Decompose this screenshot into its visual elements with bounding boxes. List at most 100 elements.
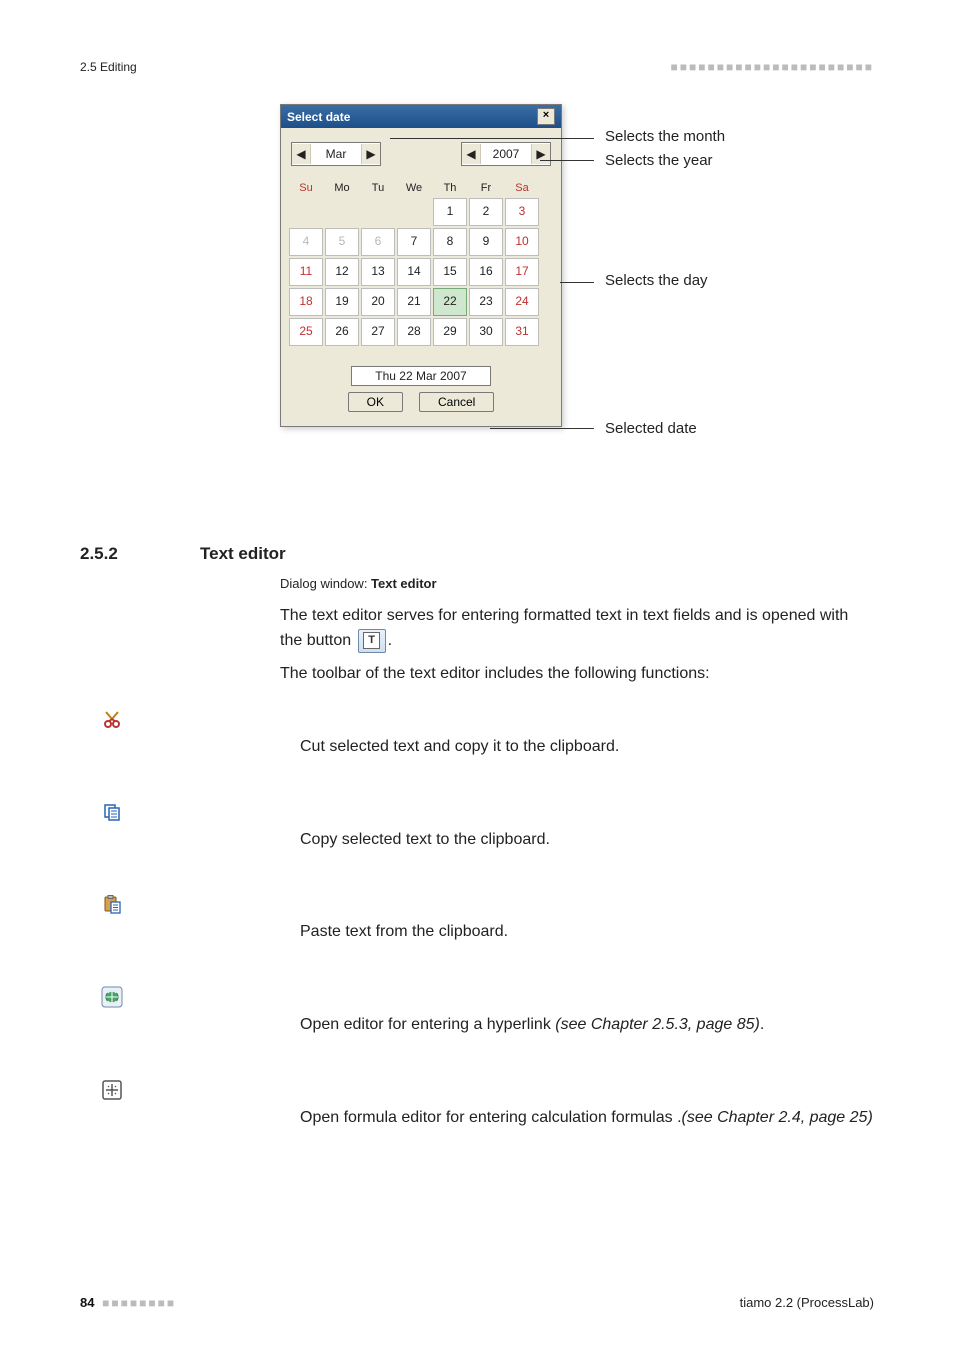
leader-selected xyxy=(490,428,594,429)
calendar-day[interactable]: 9 xyxy=(469,228,503,256)
calendar-day[interactable]: 25 xyxy=(289,318,323,346)
calendar-day[interactable]: 15 xyxy=(433,258,467,286)
page-footer: 84 ■■■■■■■■ tiamo 2.2 (ProcessLab) xyxy=(80,1295,874,1310)
calendar-day[interactable]: 14 xyxy=(397,258,431,286)
calendar-day[interactable]: 22 xyxy=(433,288,467,316)
calendar-day[interactable]: 1 xyxy=(433,198,467,226)
intro-paragraph: The text editor serves for entering form… xyxy=(280,604,874,654)
copy-icon xyxy=(100,800,124,824)
leader-year xyxy=(540,160,594,161)
callout-selected: Selected date xyxy=(605,420,697,437)
section-number: 2.5.2 xyxy=(80,544,170,564)
tool-item: Paste text from the clipboard. xyxy=(280,892,874,945)
tool-description: Open editor for entering a hyperlink (se… xyxy=(300,985,764,1038)
intro-text-b: . xyxy=(388,632,392,649)
calendar-day[interactable]: 13 xyxy=(361,258,395,286)
calendar-day[interactable]: 19 xyxy=(325,288,359,316)
year-spinner[interactable]: ◀ 2007 ▶ xyxy=(461,142,551,166)
month-value: Mar xyxy=(311,147,361,161)
section-title: Text editor xyxy=(200,544,286,564)
text-editor-button-icon[interactable]: T xyxy=(358,629,386,653)
calendar-day[interactable]: 5 xyxy=(325,228,359,256)
calendar-day xyxy=(325,198,359,224)
close-icon[interactable]: × xyxy=(537,108,555,125)
calendar-day[interactable]: 3 xyxy=(505,198,539,226)
calendar-day[interactable]: 27 xyxy=(361,318,395,346)
calendar-day[interactable]: 28 xyxy=(397,318,431,346)
breadcrumb: 2.5 Editing xyxy=(80,60,137,74)
selected-date-box: Thu 22 Mar 2007 xyxy=(351,366,491,386)
calendar-day[interactable]: 17 xyxy=(505,258,539,286)
month-next-icon[interactable]: ▶ xyxy=(361,144,380,164)
calendar-day[interactable]: 20 xyxy=(361,288,395,316)
weekday-label: Su xyxy=(289,180,323,196)
weekday-label: Fr xyxy=(469,180,503,196)
leader-month xyxy=(390,138,594,139)
year-next-icon[interactable]: ▶ xyxy=(531,144,550,164)
year-prev-icon[interactable]: ◀ xyxy=(462,144,481,164)
year-value: 2007 xyxy=(481,147,531,161)
weekday-label: Th xyxy=(433,180,467,196)
tool-suffix: . xyxy=(760,1016,764,1033)
cancel-button[interactable]: Cancel xyxy=(419,392,494,412)
header-decoration: ■■■■■■■■■■■■■■■■■■■■■■ xyxy=(671,60,874,74)
weekday-label: Sa xyxy=(505,180,539,196)
tool-description: Cut selected text and copy it to the cli… xyxy=(300,707,619,760)
calendar-day[interactable]: 23 xyxy=(469,288,503,316)
footer-decoration: ■■■■■■■■ xyxy=(102,1296,176,1310)
body-column: Dialog window: Text editor The text edit… xyxy=(280,574,874,1131)
tool-text: Open formula editor for entering calcula… xyxy=(300,1109,682,1126)
weekday-label: We xyxy=(397,180,431,196)
cut-icon xyxy=(100,707,124,731)
calendar-day[interactable]: 8 xyxy=(433,228,467,256)
calendar-day[interactable]: 18 xyxy=(289,288,323,316)
caption-name: Text editor xyxy=(371,576,437,591)
calendar-day[interactable]: 4 xyxy=(289,228,323,256)
tool-text: Cut selected text and copy it to the cli… xyxy=(300,738,619,755)
calendar-day[interactable]: 30 xyxy=(469,318,503,346)
calendar-day[interactable]: 11 xyxy=(289,258,323,286)
tool-item: Open editor for entering a hyperlink (se… xyxy=(280,985,874,1038)
date-dialog: Select date × ◀ Mar ▶ ◀ 2007 ▶ SuMoTuWeT… xyxy=(280,104,562,427)
weekday-label: Mo xyxy=(325,180,359,196)
date-select-figure: Select date × ◀ Mar ▶ ◀ 2007 ▶ SuMoTuWeT… xyxy=(280,104,874,504)
tool-ref: (see Chapter 2.5.3, page 85) xyxy=(555,1016,760,1033)
page-number: 84 xyxy=(80,1295,94,1310)
calendar-day[interactable]: 24 xyxy=(505,288,539,316)
footer-product: tiamo 2.2 (ProcessLab) xyxy=(740,1295,874,1310)
callout-day: Selects the day xyxy=(605,272,708,289)
caption-prefix: Dialog window: xyxy=(280,576,371,591)
section-heading: 2.5.2 Text editor xyxy=(80,544,874,564)
tool-description: Paste text from the clipboard. xyxy=(300,892,508,945)
calendar-day[interactable]: 21 xyxy=(397,288,431,316)
weekday-label: Tu xyxy=(361,180,395,196)
calendar-day[interactable]: 2 xyxy=(469,198,503,226)
calendar-day[interactable]: 16 xyxy=(469,258,503,286)
calendar-day[interactable]: 7 xyxy=(397,228,431,256)
calendar-day[interactable]: 26 xyxy=(325,318,359,346)
tool-text: Open editor for entering a hyperlink xyxy=(300,1016,555,1033)
month-prev-icon[interactable]: ◀ xyxy=(292,144,311,164)
tool-item: Open formula editor for entering calcula… xyxy=(280,1078,874,1131)
tool-ref: (see Chapter 2.4, page 25) xyxy=(682,1109,873,1126)
callout-year: Selects the year xyxy=(605,152,713,169)
ok-button[interactable]: OK xyxy=(348,392,403,412)
toolbar-paragraph: The toolbar of the text editor includes … xyxy=(280,662,874,687)
calendar-day xyxy=(397,198,431,224)
calendar-day[interactable]: 6 xyxy=(361,228,395,256)
dialog-titlebar: Select date × xyxy=(281,105,561,128)
dialog-caption: Dialog window: Text editor xyxy=(280,574,874,594)
calendar-day xyxy=(289,198,323,224)
tool-text: Paste text from the clipboard. xyxy=(300,923,508,940)
calendar-day[interactable]: 29 xyxy=(433,318,467,346)
calendar-day xyxy=(361,198,395,224)
page-header: 2.5 Editing ■■■■■■■■■■■■■■■■■■■■■■ xyxy=(80,60,874,74)
calendar-day[interactable]: 12 xyxy=(325,258,359,286)
tool-item: Copy selected text to the clipboard. xyxy=(280,800,874,853)
calendar-day[interactable]: 31 xyxy=(505,318,539,346)
paste-icon xyxy=(100,892,124,916)
formula-icon xyxy=(100,1078,124,1102)
calendar-day[interactable]: 10 xyxy=(505,228,539,256)
hyperlink-icon xyxy=(100,985,124,1009)
month-spinner[interactable]: ◀ Mar ▶ xyxy=(291,142,381,166)
